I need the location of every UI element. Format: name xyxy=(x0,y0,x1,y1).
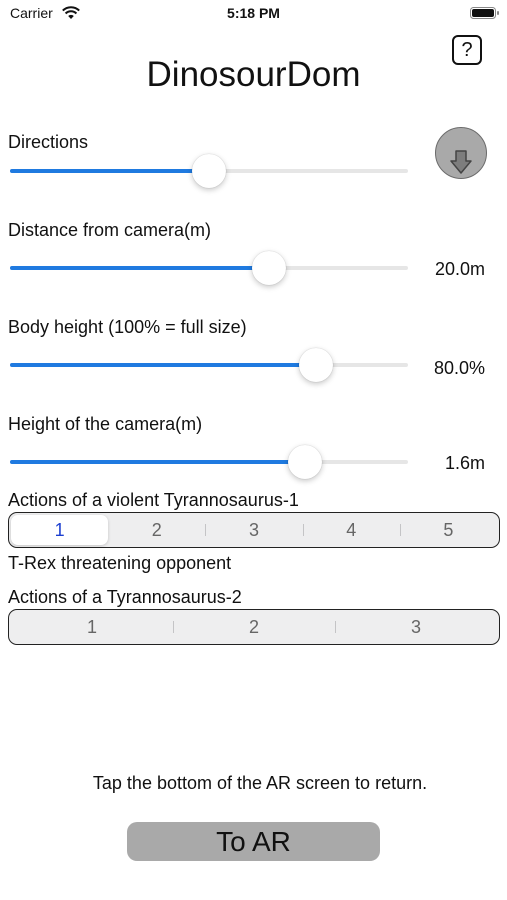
battery-icon xyxy=(470,7,499,19)
body-height-label: Body height (100% = full size) xyxy=(8,317,247,337)
slider-thumb[interactable] xyxy=(299,348,334,382)
camera-height-label: Height of the camera(m) xyxy=(8,414,203,434)
distance-label: Distance from camera(m) xyxy=(8,220,212,240)
body-height-slider[interactable] xyxy=(10,345,408,385)
tyrannosaurus2-segmented-control[interactable]: 1 2 3 xyxy=(8,609,500,645)
body-height-value: 80.0% xyxy=(433,358,485,378)
directions-label: Directions xyxy=(8,132,89,152)
direction-toggle-button[interactable] xyxy=(435,127,487,179)
segment-2[interactable]: 2 xyxy=(108,515,205,545)
distance-slider[interactable] xyxy=(10,248,408,288)
segment-1[interactable]: 1 xyxy=(11,515,109,545)
segment-3[interactable]: 3 xyxy=(335,612,497,642)
slider-thumb[interactable] xyxy=(287,445,322,479)
segment-3[interactable]: 3 xyxy=(205,515,302,545)
segment-2[interactable]: 2 xyxy=(173,612,335,642)
slider-fill xyxy=(10,266,269,270)
segment-1[interactable]: 1 xyxy=(11,612,173,642)
slider-fill xyxy=(10,363,317,367)
app-title: DinosourDom xyxy=(146,55,361,94)
down-arrow-icon xyxy=(450,150,472,174)
tyrannosaurus1-segmented-control[interactable]: 1 2 3 4 5 xyxy=(8,512,500,548)
segment-4[interactable]: 4 xyxy=(302,515,400,545)
to-ar-button-label: To AR xyxy=(216,825,291,857)
distance-value: 20.0m xyxy=(434,259,485,279)
slider-fill xyxy=(10,460,305,464)
tyrannosaurus1-action-caption: T-Rex threatening opponent xyxy=(8,553,232,573)
tyrannosaurus2-label: Actions of a Tyrannosaurus-2 xyxy=(8,587,242,607)
return-hint: Tap the bottom of the AR screen to retur… xyxy=(92,773,428,793)
segment-5[interactable]: 5 xyxy=(399,515,497,545)
directions-slider[interactable] xyxy=(10,151,408,191)
clock: 5:18 PM xyxy=(227,5,280,21)
to-ar-button[interactable]: To AR xyxy=(127,822,380,861)
camera-height-slider[interactable] xyxy=(10,442,408,482)
slider-fill xyxy=(10,169,209,173)
slider-thumb[interactable] xyxy=(192,154,226,188)
tyrannosaurus1-label: Actions of a violent Tyrannosaurus-1 xyxy=(8,490,299,510)
camera-height-value: 1.6m xyxy=(444,453,485,473)
slider-thumb[interactable] xyxy=(251,251,286,285)
